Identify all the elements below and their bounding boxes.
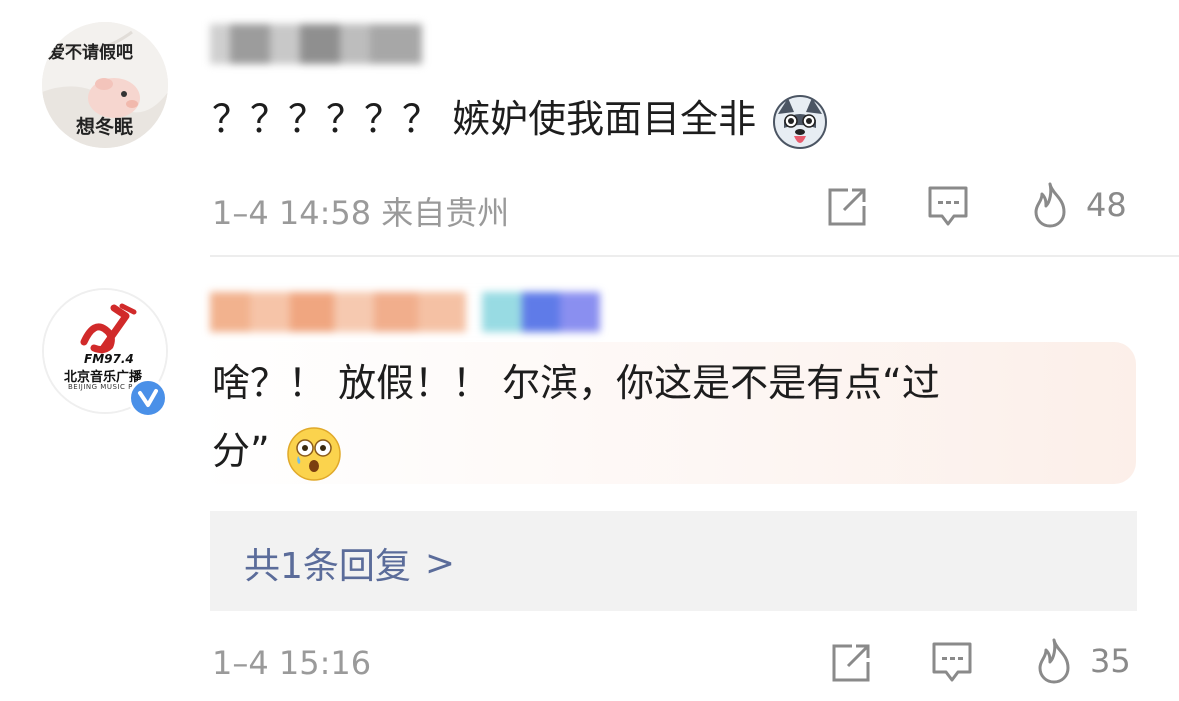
comment-button[interactable] bbox=[930, 640, 974, 684]
replies-panel[interactable]: 共1条回复 > bbox=[210, 511, 1137, 611]
comment-text: ？？？？？？ 嫉妒使我面目全非 bbox=[212, 88, 830, 152]
share-icon bbox=[828, 188, 866, 226]
view-replies-label: 共1条回复 bbox=[244, 546, 411, 587]
comment-text-line-2: 分” bbox=[212, 420, 342, 482]
like-button[interactable]: 35 bbox=[1034, 638, 1131, 684]
comment-icon bbox=[932, 642, 972, 682]
username-blurred[interactable] bbox=[210, 24, 422, 64]
shocked-emoji-icon bbox=[287, 426, 341, 481]
comment-timestamp: 1–4 15:16 bbox=[212, 644, 372, 682]
comment-text-content: ？？？？？？ 嫉妒使我面目全非 bbox=[212, 97, 757, 141]
comment-item: FM97.4 北京音乐广播 BEIJING MUSIC RADIO 啥？！ 放假… bbox=[0, 258, 1179, 701]
username-blurred[interactable] bbox=[210, 292, 600, 332]
comment-divider bbox=[210, 255, 1179, 257]
user-avatar[interactable]: 爱不请假吧 想冬眠 bbox=[42, 22, 168, 148]
comment-button[interactable] bbox=[926, 184, 970, 228]
comment-icon bbox=[928, 186, 968, 226]
checkmark-icon bbox=[138, 389, 158, 407]
view-replies-link[interactable]: 共1条回复 > bbox=[244, 537, 455, 589]
avatar-caption-bottom: 想冬眠 bbox=[76, 116, 134, 138]
share-icon bbox=[832, 644, 870, 682]
avatar-caption-fm: FM97.4 bbox=[84, 352, 134, 366]
husky-emoji-icon bbox=[773, 94, 828, 149]
fire-icon bbox=[1034, 182, 1066, 228]
comment-timestamp: 1–4 14:58 来自贵州 bbox=[212, 194, 510, 232]
avatar-caption-top: 爱不请假吧 bbox=[48, 43, 133, 63]
like-button[interactable]: 48 bbox=[1030, 182, 1127, 228]
chevron-right-icon: > bbox=[424, 542, 456, 584]
comment-text-line-1: 啥？！ 放假！！ 尔滨，你这是不是有点“过 bbox=[212, 361, 940, 405]
comment-text-content: 分” bbox=[212, 429, 270, 473]
fire-icon bbox=[1038, 638, 1070, 684]
like-count: 35 bbox=[1090, 642, 1131, 680]
share-button[interactable] bbox=[826, 186, 868, 228]
share-button[interactable] bbox=[830, 642, 872, 684]
like-count: 48 bbox=[1086, 186, 1127, 224]
verified-badge bbox=[128, 378, 168, 418]
comment-item: 爱不请假吧 想冬眠 ？？？？？？ 嫉妒使我面目全非 1–4 14:58 来自贵州 bbox=[0, 0, 1179, 256]
